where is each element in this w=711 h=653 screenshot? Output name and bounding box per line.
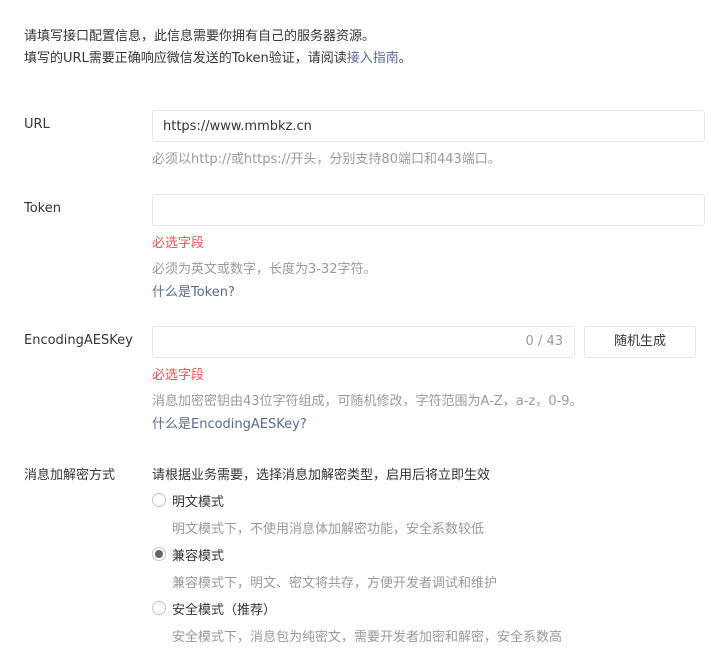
radio-secure-mode[interactable]: 安全模式（推荐） (152, 598, 276, 618)
encryption-mode-label: 消息加解密方式 (24, 468, 116, 483)
access-guide-link[interactable]: 接入指南 (347, 51, 399, 66)
aeskey-error: 必选字段 (152, 368, 205, 383)
intro-line-2-prefix: 填写的URL需要正确响应微信发送的Token验证，请阅读 (24, 51, 347, 66)
radio-compatible-mode[interactable]: 兼容模式 (152, 544, 224, 564)
radio-plaintext-mode[interactable]: 明文模式 (152, 490, 224, 510)
radio-secure-desc: 安全模式下，消息包为纯密文，需要开发者加密和解密，安全系数高 (172, 630, 563, 645)
url-tip: 必须以http://或https://开头，分别支持80端口和443端口。 (152, 152, 501, 167)
radio-compatible-desc: 兼容模式下，明文、密文将共存，方便开发者调试和维护 (172, 576, 498, 591)
aeskey-label: EncodingAESKey (24, 333, 133, 348)
aeskey-input[interactable]: 0 / 43 (152, 326, 575, 358)
encryption-mode-description: 请根据业务需要，选择消息加解密类型，启用后将立即生效 (152, 468, 491, 483)
radio-checked-icon[interactable] (152, 547, 166, 561)
token-error: 必选字段 (152, 236, 205, 251)
intro-line-2-suffix: 。 (398, 51, 412, 66)
what-is-aeskey-link[interactable]: 什么是EncodingAESKey? (152, 413, 307, 432)
intro-line-2: 填写的URL需要正确响应微信发送的Token验证，请阅读接入指南。 (24, 48, 412, 70)
url-label: URL (24, 117, 50, 132)
token-tip: 必须为英文或数字，长度为3-32字符。 (152, 262, 377, 277)
radio-secure-label: 安全模式（推荐） (172, 602, 277, 618)
what-is-token-link[interactable]: 什么是Token? (152, 281, 235, 300)
radio-plaintext-label: 明文模式 (172, 494, 225, 510)
random-generate-button[interactable]: 随机生成 (584, 326, 696, 358)
aeskey-char-counter: 0 / 43 (525, 334, 563, 349)
intro-text: 请填写接口配置信息，此信息需要你拥有自己的服务器资源。 填写的URL需要正确响应… (24, 26, 412, 70)
radio-circle-icon[interactable] (152, 493, 166, 507)
token-label: Token (24, 201, 61, 216)
aeskey-tip: 消息加密密钥由43位字符组成，可随机修改，字符范围为A-Z，a-z，0-9。 (152, 394, 583, 409)
radio-circle-icon[interactable] (152, 601, 166, 615)
token-input[interactable] (152, 194, 705, 226)
intro-line-1: 请填写接口配置信息，此信息需要你拥有自己的服务器资源。 (24, 29, 376, 44)
radio-plaintext-desc: 明文模式下，不使用消息体加解密功能，安全系数较低 (172, 522, 485, 537)
url-input[interactable] (152, 110, 705, 142)
radio-compatible-label: 兼容模式 (172, 548, 225, 564)
